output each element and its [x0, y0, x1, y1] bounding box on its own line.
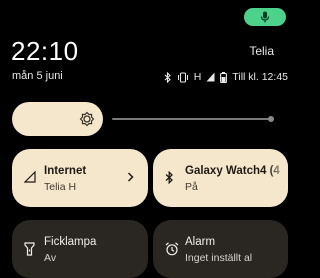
- brightness-track-end: [268, 116, 274, 122]
- brightness-slider[interactable]: [12, 102, 288, 136]
- tile-title: Alarm: [185, 236, 216, 248]
- tile-subtitle: Telia H: [44, 181, 77, 193]
- bluetooth-icon: [165, 171, 173, 184]
- brightness-icon: [79, 111, 95, 127]
- mic-icon: [260, 11, 270, 23]
- text-fade: [268, 220, 288, 278]
- tile-internet[interactable]: Internet Telia H: [12, 149, 148, 207]
- tile-title: Ficklampa: [44, 236, 97, 248]
- signal-icon: [24, 171, 36, 183]
- status-icons: H Till kl. 12:45: [164, 70, 288, 84]
- brightness-track: [112, 118, 272, 120]
- text-fade: [268, 149, 288, 207]
- operator-name: Telia: [249, 44, 274, 58]
- vibrate-icon: [177, 71, 188, 83]
- battery-icon: [220, 71, 228, 83]
- tile-flashlight[interactable]: Ficklampa Av: [12, 220, 148, 278]
- battery-status-text: Till kl. 12:45: [232, 71, 288, 83]
- signal-icon: [206, 72, 215, 82]
- network-type-label: H: [193, 71, 202, 83]
- clock[interactable]: 22:10: [11, 36, 79, 66]
- tile-title: Galaxy Watch4 (4: [185, 165, 280, 177]
- alarm-icon: [165, 242, 179, 256]
- microphone-in-use-indicator[interactable]: [244, 8, 286, 26]
- tile-alarm[interactable]: Alarm Inget inställt al: [153, 220, 288, 278]
- tile-subtitle: Av: [44, 252, 57, 264]
- tile-subtitle: På: [185, 181, 198, 193]
- date[interactable]: mån 5 juni: [12, 69, 63, 83]
- chevron-right-icon[interactable]: [127, 172, 134, 182]
- tile-title: Internet: [44, 165, 87, 177]
- bluetooth-icon: [164, 71, 171, 83]
- tile-subtitle: Inget inställt al: [185, 252, 253, 264]
- tile-bluetooth-device[interactable]: Galaxy Watch4 (4 På: [153, 149, 288, 207]
- flashlight-icon: [24, 242, 35, 256]
